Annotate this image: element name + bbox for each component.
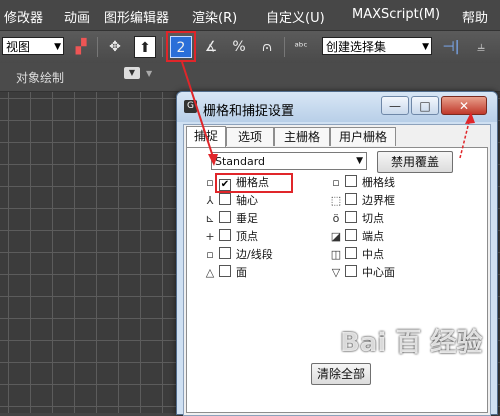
baidu-watermark: Bai 百 经验 — [340, 328, 483, 358]
watermark-url: jingyan.baidu.com — [356, 392, 467, 406]
arrow-head — [465, 112, 475, 124]
arrow-head — [208, 154, 218, 166]
arrow-toolbar-to-dialog — [181, 61, 215, 161]
